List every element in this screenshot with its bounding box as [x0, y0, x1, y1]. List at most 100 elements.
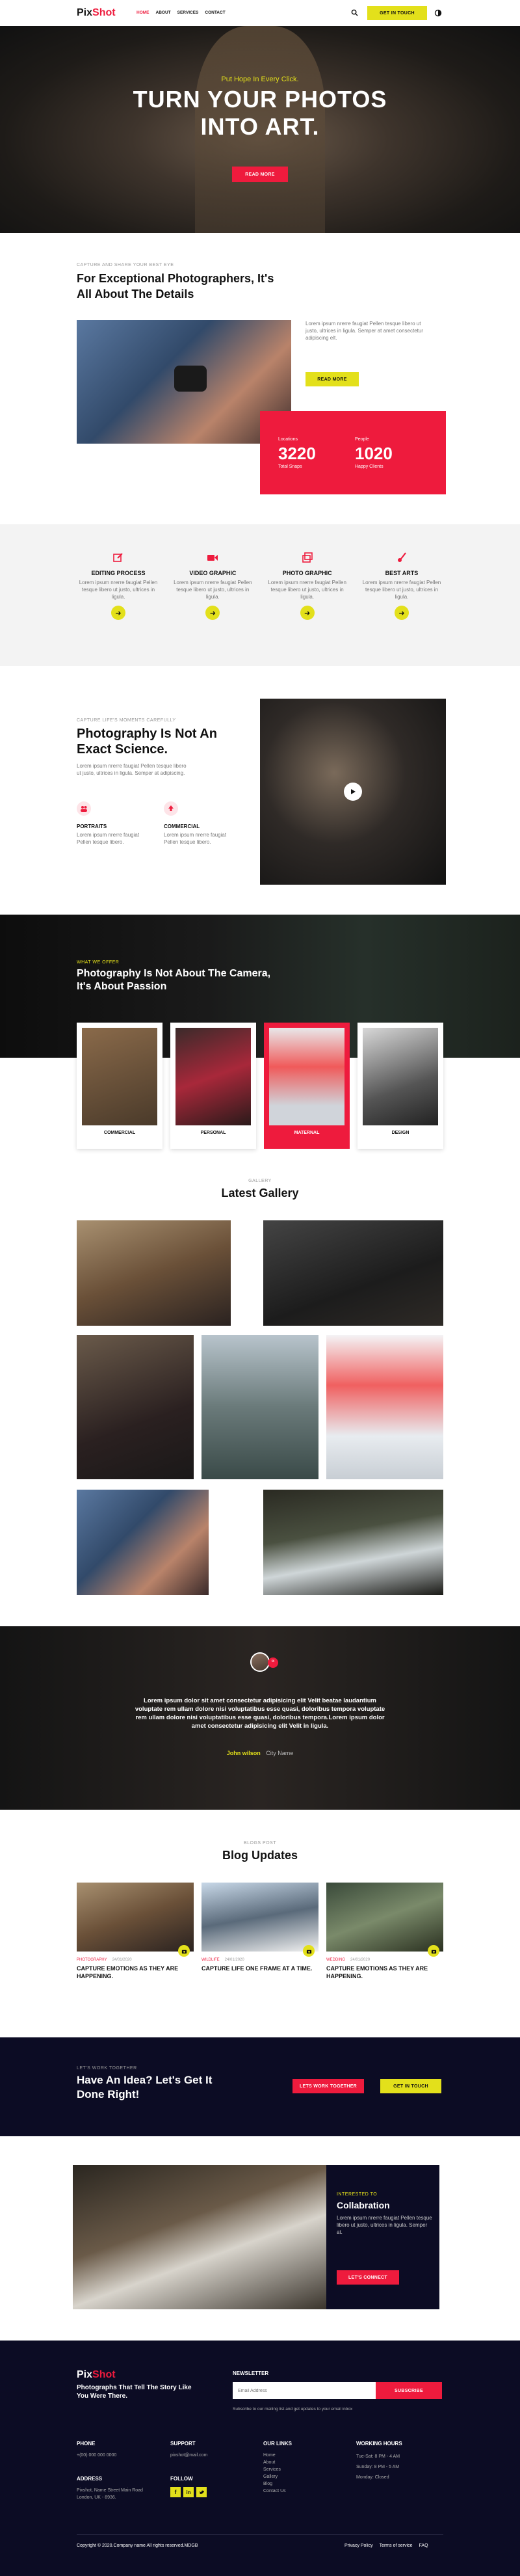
services-row: EDITING PROCESS Lorem ipsum nrerre faugi… — [77, 552, 443, 643]
offer-title-line1: Photography Is Not About The Camera, — [77, 968, 271, 979]
blog-post-category[interactable]: WEDDING — [326, 1958, 345, 1962]
get-in-touch-button[interactable]: GET IN TOUCH — [367, 6, 427, 20]
offer-card-commercial[interactable]: COMMERCIAL — [77, 1023, 162, 1149]
video-thumbnail[interactable] — [260, 699, 446, 885]
arrow-right-icon[interactable]: ➜ — [205, 606, 220, 620]
gallery-image-5[interactable] — [326, 1335, 443, 1479]
facebook-icon[interactable]: f — [170, 2487, 181, 2497]
footer-link-gallery[interactable]: Gallery — [263, 2473, 292, 2480]
offer-card-design[interactable]: DESIGN — [358, 1023, 443, 1149]
gallery-image-3[interactable] — [77, 1335, 194, 1479]
theme-toggle-icon[interactable] — [434, 9, 442, 17]
footer-link-home[interactable]: Home — [263, 2452, 292, 2459]
offer-card-label: PERSONAL — [200, 1131, 226, 1135]
gallery-image-7[interactable] — [263, 1490, 443, 1595]
cta-title-line1: Have An Idea? Let's Get It — [77, 2074, 213, 2086]
blog-post-title[interactable]: CAPTURE EMOTIONS AS THEY ARE HAPPENING. — [77, 1965, 194, 1980]
site-header: PixShot HOME ABOUT SERVICES CONTACT GET … — [0, 0, 520, 26]
search-icon[interactable] — [351, 9, 358, 16]
portrait-text: Lorem ipsum nrerre faugiat Pellen tesque… — [77, 832, 140, 845]
testimonial-name: John wilson — [226, 1750, 261, 1756]
footer-links: OUR LINKS Home About Services Gallery Bl… — [263, 2441, 292, 2495]
twitter-icon[interactable] — [196, 2487, 207, 2497]
blog-post-category[interactable]: WILDLIFE — [202, 1958, 220, 1962]
footer-logo-text-accent: Shot — [92, 2369, 116, 2380]
support-email[interactable]: pixshot@mail.com — [170, 2453, 207, 2458]
arrow-right-icon[interactable]: ➜ — [394, 606, 409, 620]
blog-post-title[interactable]: CAPTURE LIFE ONE FRAME AT A TIME. — [202, 1965, 318, 1972]
phone-title: PHONE — [77, 2441, 96, 2447]
nav-contact[interactable]: CONTACT — [205, 10, 225, 15]
logo-text-primary: Pix — [77, 7, 93, 18]
footer-link-about[interactable]: About — [263, 2459, 292, 2466]
stat-happy-clients-top: People — [355, 437, 369, 442]
logo-text-accent: Shot — [92, 7, 116, 18]
edit-icon — [77, 552, 160, 565]
terms-link[interactable]: Terms of service — [380, 2543, 413, 2548]
offer-card-personal[interactable]: PERSONAL — [170, 1023, 256, 1149]
arrow-right-icon[interactable]: ➜ — [111, 606, 125, 620]
blog-post[interactable]: WILDLIFE 24/01/2020 CAPTURE LIFE ONE FRAM… — [202, 1883, 318, 1980]
linkedin-icon[interactable]: in — [183, 2487, 194, 2497]
stat-happy-clients-value: 1020 — [355, 444, 393, 463]
offer-card-image — [176, 1028, 251, 1125]
phone-value[interactable]: +(00) 000 000 0000 — [77, 2453, 116, 2458]
lets-connect-button[interactable]: LET'S CONNECT — [337, 2270, 399, 2285]
photos-icon — [266, 552, 349, 565]
footer-link-contact[interactable]: Contact Us — [263, 2488, 292, 2495]
stat-happy-clients-label: Happy Clients — [355, 464, 384, 469]
footer-link-blog[interactable]: Blog — [263, 2480, 292, 2488]
play-button-icon[interactable] — [344, 783, 362, 801]
nav-home[interactable]: HOME — [136, 10, 150, 15]
blog-post[interactable]: WEDDING 24/01/2020 CAPTURE EMOTIONS AS TH… — [326, 1883, 443, 1980]
offer-card-maternal[interactable]: MATERNAL — [264, 1023, 350, 1149]
about-read-more-button[interactable]: READ MORE — [306, 372, 359, 386]
gallery-image-6[interactable] — [77, 1490, 209, 1595]
about-title-line2: All About The Details — [77, 288, 194, 301]
stats-box: Locations 3220 Total Snaps People 1020 H… — [260, 411, 446, 494]
gallery-image-4[interactable] — [202, 1335, 318, 1479]
blog-post-category[interactable]: PHOTOGRAPHY — [77, 1958, 107, 1962]
about-kicker: CAPTURE AND SHARE YOUR BEST EYE — [77, 263, 174, 267]
cta-get-in-touch-button[interactable]: GET IN TOUCH — [380, 2079, 441, 2093]
stat-total-snaps-top: Locations — [278, 437, 298, 442]
service-text: Lorem ipsum nrerre faugiat Pellen tesque… — [362, 580, 441, 600]
support-title: SUPPORT — [170, 2441, 196, 2447]
arrow-right-icon[interactable]: ➜ — [300, 606, 315, 620]
service-text: Lorem ipsum nrerre faugiat Pellen tesque… — [79, 580, 158, 600]
camera-icon — [303, 1945, 315, 1957]
blog-post-title[interactable]: CAPTURE EMOTIONS AS THEY ARE HAPPENING. — [326, 1965, 443, 1980]
gallery-title: Latest Gallery — [221, 1187, 299, 1200]
people-icon — [77, 801, 91, 816]
hours-line: Monday: Closed — [356, 2475, 389, 2480]
stat-total-snaps-value: 3220 — [278, 444, 316, 463]
gallery-image-2[interactable] — [263, 1220, 443, 1326]
blog-post[interactable]: PHOTOGRAPHY 24/01/2020 CAPTURE EMOTIONS A… — [77, 1883, 194, 1980]
service-title: VIDEO GRAPHIC — [189, 570, 237, 576]
lets-work-together-button[interactable]: LETS WORK TOGETHER — [292, 2079, 364, 2093]
hero-section: Put Hope In Every Click. TURN YOUR PHOTO… — [0, 26, 520, 233]
service-title: PHOTO GRAPHIC — [282, 570, 332, 576]
offer-card-image — [269, 1028, 344, 1125]
privacy-policy-link[interactable]: Privacy Policy — [344, 2543, 373, 2548]
newsletter-email-input[interactable] — [233, 2382, 376, 2399]
nav-services[interactable]: SERVICES — [177, 10, 199, 15]
gallery-image-1[interactable] — [77, 1220, 231, 1326]
hero-read-more-button[interactable]: READ MORE — [232, 167, 288, 182]
brush-icon — [360, 552, 443, 565]
footer-phone: PHONE +(00) 000 000 0000 — [77, 2441, 116, 2458]
camera-shape — [174, 366, 207, 392]
stat-total-snaps-label: Total Snaps — [278, 464, 302, 469]
blog-kicker: BLOGS POST — [243, 1841, 277, 1845]
subscribe-button[interactable]: SUBSCRIBE — [376, 2382, 442, 2399]
nav-about[interactable]: ABOUT — [156, 10, 171, 15]
footer-logo[interactable]: PixShot — [77, 2369, 116, 2381]
blog-post-date: 24/01/2020 — [350, 1958, 370, 1962]
address-title: ADDRESS — [77, 2476, 103, 2482]
commercial-text: Lorem ipsum nrerre faugiat Pellen tesque… — [164, 832, 227, 845]
offer-card-label: DESIGN — [391, 1131, 410, 1135]
faq-link[interactable]: FAQ — [419, 2543, 428, 2548]
footer-link-services[interactable]: Services — [263, 2466, 292, 2473]
logo[interactable]: PixShot — [77, 7, 116, 19]
footer-hours: WORKING HOURS Tue-Sat: 8 PM - 4 AM Sunda… — [356, 2441, 402, 2483]
